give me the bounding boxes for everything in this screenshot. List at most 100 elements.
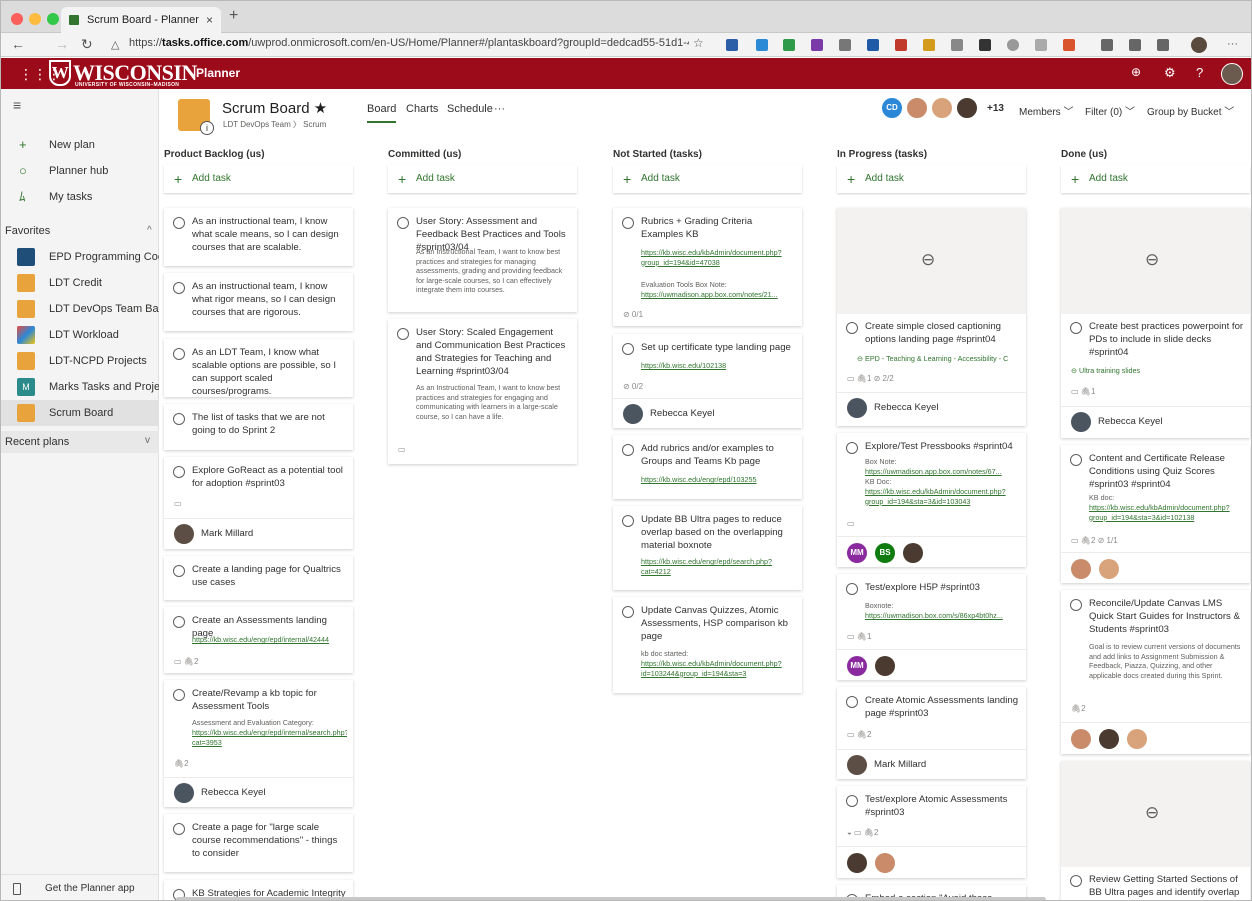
task-card[interactable]: ⊖ Create best practices powerpoint for P…	[1061, 208, 1250, 438]
complete-checkbox[interactable]	[846, 696, 858, 708]
url-field[interactable]: https://tasks.office.com/uwprod.onmicros…	[129, 37, 689, 49]
task-link[interactable]: ⊖ EPD - Teaching & Learning - Accessibil…	[857, 354, 1012, 364]
help-icon[interactable]: ?	[1196, 65, 1203, 80]
task-card[interactable]: ⊖ Create simple closed captioning option…	[837, 208, 1026, 426]
complete-checkbox[interactable]	[846, 442, 858, 454]
maximize-window-button[interactable]	[47, 13, 59, 25]
task-card[interactable]: Test/explore Atomic Assessments #sprint0…	[837, 786, 1026, 878]
complete-checkbox[interactable]	[173, 689, 185, 701]
link-preview[interactable]: ⊖	[1061, 208, 1250, 314]
adblock-icon[interactable]	[895, 39, 907, 51]
task-card[interactable]: Test/explore H5P #sprint03 Boxnote: http…	[837, 574, 1026, 680]
favorite-plan[interactable]: EPD Programming Coor...	[1, 244, 159, 270]
assignees[interactable]: MM BS	[837, 536, 1026, 567]
notifications-bell-icon[interactable]: ⊕	[1131, 65, 1141, 79]
task-link[interactable]: https://kb.wisc.edu/engr/epd/103255	[641, 475, 796, 485]
task-card[interactable]: Content and Certificate Release Conditio…	[1061, 445, 1250, 583]
tab-charts[interactable]: Charts	[406, 103, 438, 115]
complete-checkbox[interactable]	[173, 348, 185, 360]
collections-icon[interactable]	[1129, 39, 1141, 51]
task-card[interactable]: User Story: Assessment and Feedback Best…	[388, 208, 577, 312]
assignees[interactable]	[837, 846, 1026, 878]
complete-checkbox[interactable]	[846, 322, 858, 334]
task-link[interactable]: https://uwmadison.box.com/s/86xp4bt0hz..…	[865, 611, 1020, 621]
settings-gear-icon[interactable]: ⚙	[1164, 65, 1176, 81]
task-card[interactable]: Create/Revamp a kb topic for Assessment …	[164, 680, 353, 807]
member-avatar[interactable]	[956, 97, 978, 119]
members-dropdown[interactable]: Members ﹀	[1019, 103, 1073, 118]
evernote-icon[interactable]	[783, 39, 795, 51]
bucket-title[interactable]: Not Started (tasks)	[613, 149, 702, 160]
favorite-plan[interactable]: M Marks Tasks and Projects	[1, 374, 159, 400]
task-card[interactable]: Rubrics + Grading Criteria Examples KB h…	[613, 208, 802, 326]
task-card[interactable]: Explore GoReact as a potential tool for …	[164, 457, 353, 549]
complete-checkbox[interactable]	[173, 413, 185, 425]
assignee[interactable]: Rebecca Keyel	[837, 392, 1026, 422]
bucket-title[interactable]: Product Backlog (us)	[164, 149, 265, 160]
task-link[interactable]: https://uwmadison.app.box.com/notes/67..…	[865, 467, 1020, 477]
close-tab-icon[interactable]: ×	[206, 7, 213, 33]
task-link[interactable]: https://kb.wisc.edu/engr/epd/internal/42…	[192, 635, 347, 645]
bucket-title[interactable]: In Progress (tasks)	[837, 149, 927, 160]
complete-checkbox[interactable]	[173, 565, 185, 577]
complete-checkbox[interactable]	[173, 217, 185, 229]
task-card[interactable]: As an instructional team, I know what ri…	[164, 273, 353, 331]
tab-board[interactable]: Board	[367, 103, 397, 123]
extension-icon[interactable]	[923, 39, 935, 51]
task-card[interactable]: The list of tasks that we are not going …	[164, 404, 353, 450]
complete-checkbox[interactable]	[397, 217, 409, 229]
task-card[interactable]: As an LDT Team, I know what scalable opt…	[164, 339, 353, 397]
favorite-plan[interactable]: LDT-NCPD Projects	[1, 348, 159, 374]
collapse-chevron-icon[interactable]: ^	[147, 225, 152, 236]
link-preview[interactable]: ⊖	[1061, 761, 1250, 867]
task-card[interactable]: Explore/Test Pressbooks #sprint04 Box No…	[837, 433, 1026, 567]
complete-checkbox[interactable]	[173, 823, 185, 835]
reading-list-icon[interactable]	[1101, 39, 1113, 51]
member-avatar[interactable]	[931, 97, 953, 119]
sidebar-item-new-plan[interactable]: + New plan	[1, 133, 159, 157]
extension-icon[interactable]	[1007, 39, 1019, 51]
extension-icon[interactable]	[726, 39, 738, 51]
favorite-plan-active[interactable]: Scrum Board	[1, 400, 159, 426]
task-card[interactable]: Create Atomic Assessments landing page #…	[837, 687, 1026, 779]
complete-checkbox[interactable]	[622, 343, 634, 355]
assignee[interactable]: Rebecca Keyel	[164, 777, 353, 807]
task-link[interactable]: https://kb.wisc.edu/102138	[641, 361, 796, 371]
complete-checkbox[interactable]	[622, 444, 634, 456]
assignee[interactable]: Mark Millard	[164, 518, 353, 548]
task-card[interactable]: ⊖ Review Getting Started Sections of BB …	[1061, 761, 1250, 900]
sidebar-item-planner-hub[interactable]: ○ Planner hub	[1, 159, 159, 183]
task-card[interactable]: Set up certificate type landing page htt…	[613, 334, 802, 428]
complete-checkbox[interactable]	[1070, 875, 1082, 887]
info-icon[interactable]: i	[200, 121, 214, 135]
task-card[interactable]: Create an Assessments landing page https…	[164, 607, 353, 673]
new-tab-button[interactable]: +	[229, 7, 238, 25]
sidebar-item-my-tasks[interactable]: ﾑ My tasks	[1, 185, 159, 209]
favorite-plan[interactable]: LDT Workload	[1, 322, 159, 348]
minimize-window-button[interactable]	[29, 13, 41, 25]
recent-plans-header[interactable]: Recent plans v	[1, 431, 159, 453]
extension-icon[interactable]	[951, 39, 963, 51]
reload-button[interactable]: ↻	[81, 36, 93, 53]
back-button[interactable]: ←	[11, 36, 25, 52]
task-card[interactable]: User Story: Scaled Engagement and Commun…	[388, 319, 577, 464]
task-link[interactable]: https://kb.wisc.edu/kbAdmin/document.php…	[1089, 503, 1244, 523]
complete-checkbox[interactable]	[173, 282, 185, 294]
favorites-header[interactable]: Favorites ^	[5, 225, 159, 237]
get-planner-app-link[interactable]: Get the Planner app	[1, 874, 159, 900]
forward-button[interactable]: →	[55, 36, 69, 52]
task-card[interactable]: Update Canvas Quizzes, Atomic Assessment…	[613, 597, 802, 693]
complete-checkbox[interactable]	[1070, 599, 1082, 611]
bookmark-star-icon[interactable]: ☆	[693, 36, 704, 50]
favorite-plan[interactable]: LDT DevOps Team Backl...	[1, 296, 159, 322]
task-card[interactable]: Reconcile/Update Canvas LMS Quick Start …	[1061, 590, 1250, 754]
assignee[interactable]: Rebecca Keyel	[613, 398, 802, 428]
assignee[interactable]: Mark Millard	[837, 749, 1026, 779]
complete-checkbox[interactable]	[846, 795, 858, 807]
complete-checkbox[interactable]	[173, 616, 185, 628]
assignees[interactable]	[1061, 552, 1250, 583]
complete-checkbox[interactable]	[397, 328, 409, 340]
extension-icon[interactable]	[1035, 39, 1047, 51]
add-task-button[interactable]: + Add task	[837, 165, 1026, 193]
more-views-icon[interactable]: ···	[494, 103, 505, 115]
